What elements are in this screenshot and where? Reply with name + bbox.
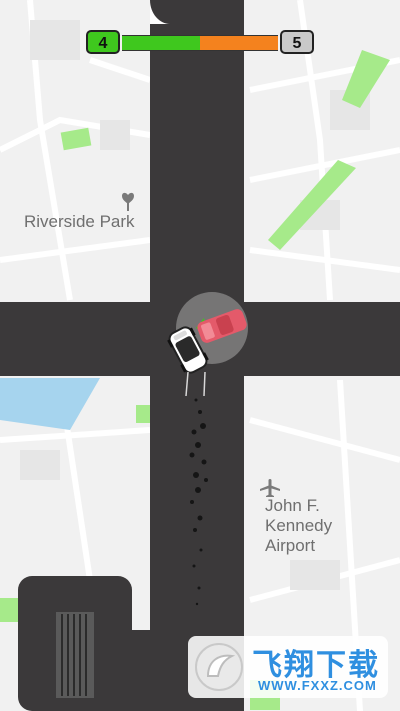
- park-label: Riverside Park: [24, 212, 135, 231]
- watermark-url: WWW.FXXZ.COM: [258, 678, 377, 693]
- airplane-icon: [260, 479, 280, 497]
- level-progress-hud: 4 5: [86, 30, 314, 56]
- level-progress-fill: [122, 36, 200, 50]
- city-map: [0, 0, 400, 711]
- airport-label: John F. Kennedy Airport: [265, 496, 333, 555]
- watermark-logo-icon: [195, 643, 243, 691]
- park-pin-icon: [122, 192, 134, 211]
- current-level-badge: 4: [86, 30, 120, 54]
- game-stage[interactable]: Riverside Park John F. Kennedy Airport 4…: [0, 0, 400, 711]
- next-level-badge: 5: [280, 30, 314, 54]
- site-watermark: 飞翔下载 WWW.FXXZ.COM: [188, 636, 388, 698]
- water-body: [0, 378, 100, 430]
- level-progress-bar: [122, 35, 278, 51]
- parking-lot: [56, 612, 94, 698]
